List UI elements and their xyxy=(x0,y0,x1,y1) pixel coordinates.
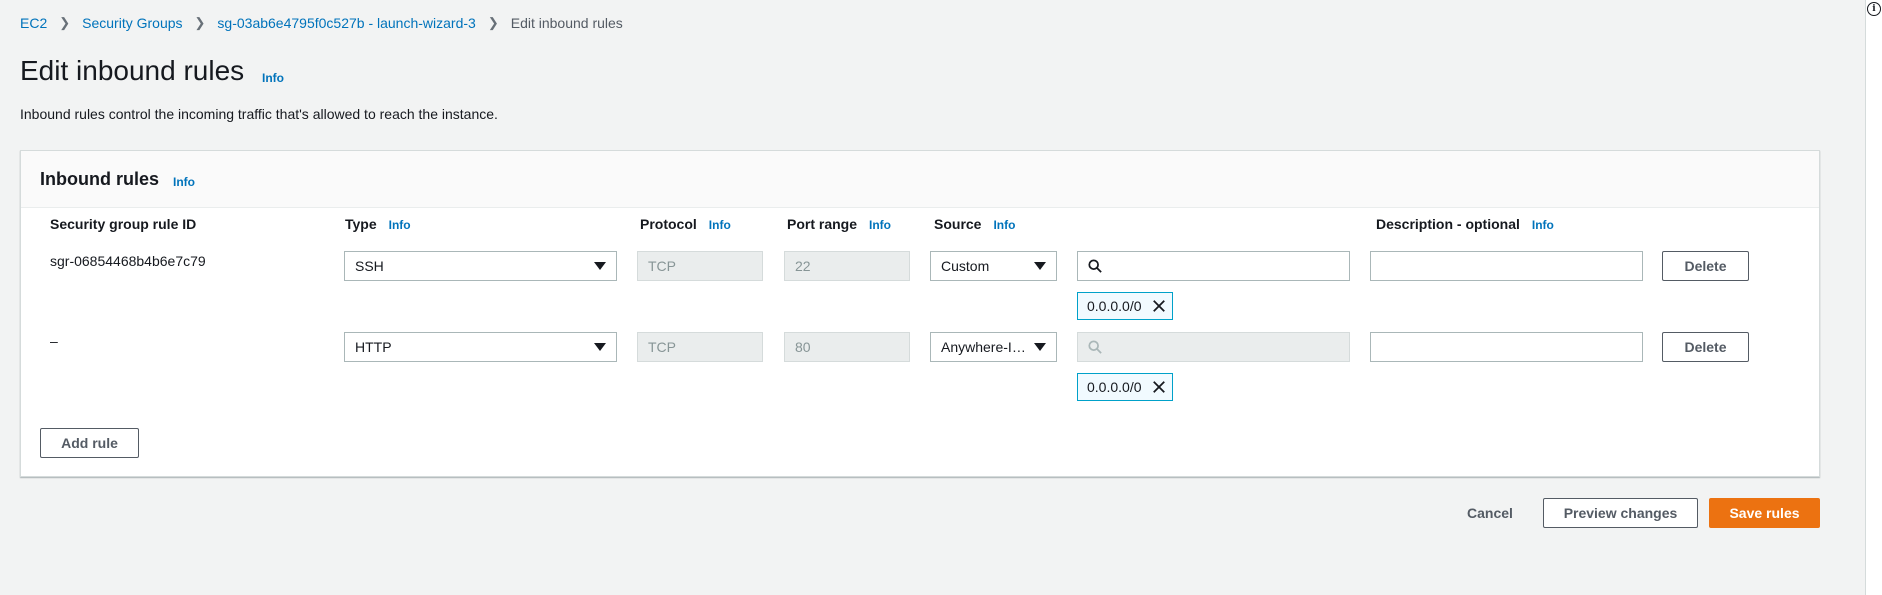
cidr-search-input xyxy=(1077,332,1350,362)
column-header-port-range: Port range Info xyxy=(787,216,891,232)
panel-info-link[interactable]: Info xyxy=(173,175,195,189)
search-icon xyxy=(1088,340,1102,354)
column-header-description: Description - optional Info xyxy=(1376,216,1554,232)
source-select[interactable]: Custom xyxy=(930,251,1057,281)
close-icon[interactable] xyxy=(1152,299,1166,313)
breadcrumb-security-groups[interactable]: Security Groups xyxy=(82,15,182,31)
type-info-link[interactable]: Info xyxy=(389,218,411,232)
source-info-link[interactable]: Info xyxy=(993,218,1015,232)
main-content: EC2 ❯ Security Groups ❯ sg-03ab6e4795f0c… xyxy=(0,0,1866,595)
rule-id: – xyxy=(50,333,58,349)
cidr-token: 0.0.0.0/0 xyxy=(1077,373,1173,401)
column-header-source: Source Info xyxy=(934,216,1015,232)
page-description: Inbound rules control the incoming traff… xyxy=(20,106,498,122)
column-header-rule-id: Security group rule ID xyxy=(50,216,196,232)
type-value: SSH xyxy=(355,258,384,274)
breadcrumb-ec2[interactable]: EC2 xyxy=(20,15,47,31)
column-label: Security group rule ID xyxy=(50,216,197,232)
column-label: Type xyxy=(345,216,377,232)
info-icon[interactable]: i xyxy=(1867,2,1881,16)
source-value: Custom xyxy=(941,258,990,274)
column-label: Protocol xyxy=(640,216,697,232)
rule-id: sgr-06854468b4b6e7c79 xyxy=(50,253,206,269)
port-range-info-link[interactable]: Info xyxy=(869,218,891,232)
column-header-protocol: Protocol Info xyxy=(640,216,731,232)
help-panel-rail: i xyxy=(1865,0,1882,595)
type-select[interactable]: SSH xyxy=(344,251,617,281)
port-range-field: 80 xyxy=(784,332,910,362)
search-icon xyxy=(1088,259,1102,273)
panel-header: Inbound rules Info xyxy=(21,151,1819,208)
source-value: Anywhere-IPv4 xyxy=(941,339,1028,355)
breadcrumb-security-group[interactable]: sg-03ab6e4795f0c527b - launch-wizard-3 xyxy=(217,15,475,31)
chevron-right-icon: ❯ xyxy=(194,15,206,30)
port-range-field: 22 xyxy=(784,251,910,281)
column-label: Source xyxy=(934,216,982,232)
cidr-search-input[interactable] xyxy=(1077,251,1350,281)
cidr-token: 0.0.0.0/0 xyxy=(1077,292,1173,320)
close-icon[interactable] xyxy=(1152,380,1166,394)
delete-rule-button[interactable]: Delete xyxy=(1662,251,1749,281)
protocol-info-link[interactable]: Info xyxy=(709,218,731,232)
breadcrumb-current: Edit inbound rules xyxy=(510,15,623,31)
preview-changes-button[interactable]: Preview changes xyxy=(1543,498,1698,528)
page-title: Edit inbound rules xyxy=(20,55,245,86)
protocol-field: TCP xyxy=(637,332,763,362)
source-select[interactable]: Anywhere-IPv4 xyxy=(930,332,1057,362)
description-field[interactable] xyxy=(1370,251,1643,281)
save-rules-button[interactable]: Save rules xyxy=(1709,498,1820,528)
caret-down-icon xyxy=(1034,262,1046,270)
add-rule-button[interactable]: Add rule xyxy=(40,428,139,458)
panel-title: Inbound rules xyxy=(40,169,159,189)
cancel-button[interactable]: Cancel xyxy=(1467,505,1513,521)
type-value: HTTP xyxy=(355,339,392,355)
column-label: Port range xyxy=(787,216,858,232)
description-field[interactable] xyxy=(1370,332,1643,362)
description-info-link[interactable]: Info xyxy=(1532,218,1554,232)
caret-down-icon xyxy=(594,262,606,270)
caret-down-icon xyxy=(1034,343,1046,351)
column-label: Description - optional xyxy=(1376,216,1520,232)
cidr-token-label: 0.0.0.0/0 xyxy=(1087,298,1142,314)
type-select[interactable]: HTTP xyxy=(344,332,617,362)
inbound-rules-panel: Inbound rules Info xyxy=(20,150,1820,477)
protocol-field: TCP xyxy=(637,251,763,281)
delete-rule-button[interactable]: Delete xyxy=(1662,332,1749,362)
caret-down-icon xyxy=(594,343,606,351)
chevron-right-icon: ❯ xyxy=(487,15,499,30)
chevron-right-icon: ❯ xyxy=(59,15,71,30)
column-header-type: Type Info xyxy=(345,216,411,232)
page-info-link[interactable]: Info xyxy=(262,71,284,85)
breadcrumb: EC2 ❯ Security Groups ❯ sg-03ab6e4795f0c… xyxy=(20,15,623,31)
cidr-token-label: 0.0.0.0/0 xyxy=(1087,379,1142,395)
